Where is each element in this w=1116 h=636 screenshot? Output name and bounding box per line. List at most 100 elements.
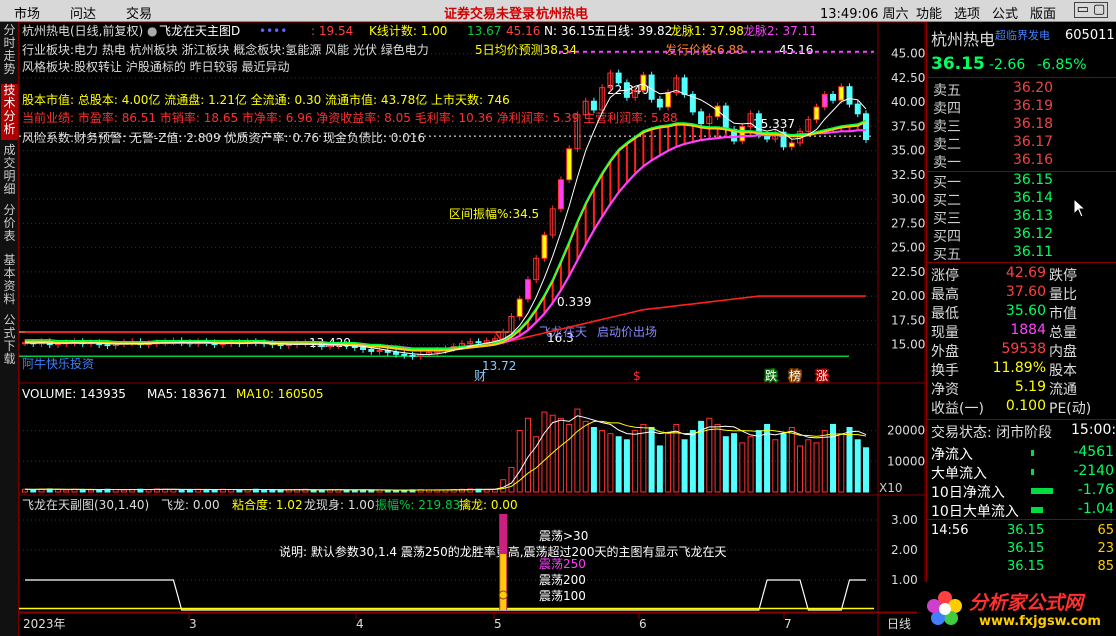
mid-label-3: 0.339 bbox=[557, 295, 591, 309]
volume-bar bbox=[623, 439, 630, 493]
candle-body bbox=[681, 77, 688, 95]
xaxis-5: 5 bbox=[494, 617, 502, 631]
logo-url: www.fxjgsw.com bbox=[979, 614, 1101, 629]
menu-function[interactable]: 功能 bbox=[916, 3, 942, 22]
candle-body bbox=[368, 348, 375, 352]
volume-bar bbox=[755, 430, 762, 493]
tick-price: 36.15 bbox=[1007, 559, 1045, 574]
menu-layout[interactable]: 版面 bbox=[1030, 3, 1056, 22]
stat-value: 1884 bbox=[1010, 322, 1046, 338]
main-title: 杭州热电(日线,前复权) bbox=[22, 23, 143, 38]
ma5-legend: MA5: 183671 bbox=[147, 387, 227, 401]
top-menu-bar: 市场 问达 交易 证券交易未登录 杭州热电 13:49:06 周六 功能 选项 … bbox=[0, 0, 1116, 22]
y-tick-label: 17.50 bbox=[891, 313, 925, 327]
tab-intraday[interactable]: 分时走势 bbox=[1, 24, 18, 80]
ask-row: 卖五 36.20 bbox=[933, 80, 1113, 99]
stat-label: 最高 bbox=[931, 287, 959, 303]
volume-bar bbox=[681, 439, 688, 493]
candle-body bbox=[648, 74, 655, 100]
volume-bar bbox=[813, 442, 820, 493]
xaxis-3: 3 bbox=[189, 617, 197, 631]
flow-label: 净流入 bbox=[931, 447, 973, 463]
volume-bar bbox=[640, 423, 647, 493]
stat-value: 35.60 bbox=[1005, 303, 1046, 319]
low-label: 13.72 bbox=[482, 359, 516, 373]
volume-bar bbox=[368, 489, 375, 493]
ask-price[interactable]: 36.20 bbox=[1013, 80, 1053, 96]
bid-price[interactable]: 36.15 bbox=[1013, 172, 1053, 188]
volume-bar bbox=[269, 489, 276, 493]
stat-value: 59538 bbox=[1001, 341, 1046, 357]
stock-name: 杭州热电 bbox=[931, 30, 996, 49]
osc-30: 震荡>30 bbox=[539, 529, 588, 543]
tab-technical[interactable]: 技术分析 bbox=[1, 84, 18, 140]
flow-label: 10日大单流入 bbox=[931, 504, 1019, 520]
candle-body bbox=[566, 148, 573, 181]
volume-bar bbox=[854, 439, 861, 493]
tab-transactions[interactable]: 成交明细 bbox=[1, 144, 18, 200]
y-tick-label: 27.50 bbox=[891, 216, 925, 230]
bid-price[interactable]: 36.11 bbox=[1013, 244, 1053, 260]
y-tick-label: 35.00 bbox=[891, 144, 925, 158]
candle-body bbox=[360, 347, 367, 350]
candle-body bbox=[830, 93, 837, 101]
issue-price-label: 发行价格:6.88 bbox=[665, 42, 744, 57]
candle-body bbox=[813, 106, 820, 121]
sub-tick-label: 1.00 bbox=[891, 573, 918, 587]
dragon-line-2 bbox=[25, 129, 867, 350]
kline-chart[interactable]: 15.00 17.50 20.00 22.50 25.00 27.50 30.00 32.50… bbox=[19, 22, 926, 636]
tab-price-table[interactable]: 分价表 bbox=[1, 204, 18, 248]
bid-price[interactable]: 36.12 bbox=[1013, 226, 1053, 242]
stat-value: 0.100 bbox=[1005, 398, 1046, 414]
stat-value: 42.69 bbox=[1005, 265, 1046, 281]
tab-profile[interactable]: 基本资料 bbox=[1, 254, 18, 310]
window-controls[interactable]: ▭ ▢ bbox=[1074, 2, 1108, 18]
dragon-line-1 bbox=[25, 120, 867, 352]
candle-body bbox=[475, 341, 482, 344]
bid-label: 买四 bbox=[933, 229, 961, 245]
menu-options[interactable]: 选项 bbox=[954, 3, 980, 22]
trade-state-time: 15:00: bbox=[1071, 422, 1116, 438]
tick-volume: 23 bbox=[1097, 541, 1114, 556]
flow-bar bbox=[1031, 488, 1053, 494]
menu-wendi[interactable]: 问达 bbox=[70, 3, 96, 22]
volume-bar bbox=[838, 433, 845, 493]
ask-price[interactable]: 36.16 bbox=[1013, 152, 1053, 168]
tab-formula-download[interactable]: 公式下载 bbox=[1, 314, 18, 370]
candle-body bbox=[590, 100, 597, 111]
volume-bar bbox=[393, 489, 400, 493]
volume-bar bbox=[211, 489, 218, 493]
flow-bar bbox=[1031, 469, 1034, 475]
vol-tick-label: 10000 bbox=[887, 454, 925, 468]
menu-market[interactable]: 市场 bbox=[14, 3, 40, 22]
menu-trade[interactable]: 交易 bbox=[126, 3, 152, 22]
volume-bar bbox=[590, 427, 597, 493]
candle-body bbox=[863, 113, 869, 141]
candle-body bbox=[557, 179, 564, 210]
info-industry: 行业板块:电力 热电 杭州板块 浙江板块 概念板块:氢能源 风能 光伏 绿色电力 bbox=[22, 42, 429, 57]
bid-price[interactable]: 36.14 bbox=[1013, 190, 1053, 206]
volume-bar bbox=[557, 417, 564, 493]
menu-formula[interactable]: 公式 bbox=[992, 3, 1018, 22]
stat-label: 涨停 bbox=[931, 268, 959, 284]
launch-dot bbox=[498, 590, 508, 600]
ask-price[interactable]: 36.19 bbox=[1013, 98, 1053, 114]
xaxis-right: 日线 bbox=[887, 617, 911, 631]
ask-price[interactable]: 36.17 bbox=[1013, 134, 1053, 150]
login-notice[interactable]: 证券交易未登录 bbox=[444, 3, 535, 22]
volume-bar bbox=[533, 436, 540, 493]
bid-price[interactable]: 36.13 bbox=[1013, 208, 1053, 224]
last-price: 36.15 bbox=[931, 54, 985, 74]
volume-bar bbox=[846, 427, 853, 493]
y-tick-label: 20.00 bbox=[891, 289, 925, 303]
stat-value: 37.60 bbox=[1005, 284, 1046, 300]
stat-label-right: 流通 bbox=[1049, 382, 1077, 398]
stat-label: 外盘 bbox=[931, 344, 959, 360]
volume-legend: VOLUME: 143935 bbox=[22, 387, 126, 401]
marker-finance: 财 bbox=[474, 369, 486, 383]
range-amplitude: 区间振幅%:34.5 bbox=[449, 206, 539, 221]
flow-bar bbox=[1031, 507, 1043, 513]
ask-price[interactable]: 36.18 bbox=[1013, 116, 1053, 132]
concept-tag[interactable]: 超临界发电 bbox=[995, 27, 1050, 43]
volume-bar bbox=[549, 414, 556, 493]
